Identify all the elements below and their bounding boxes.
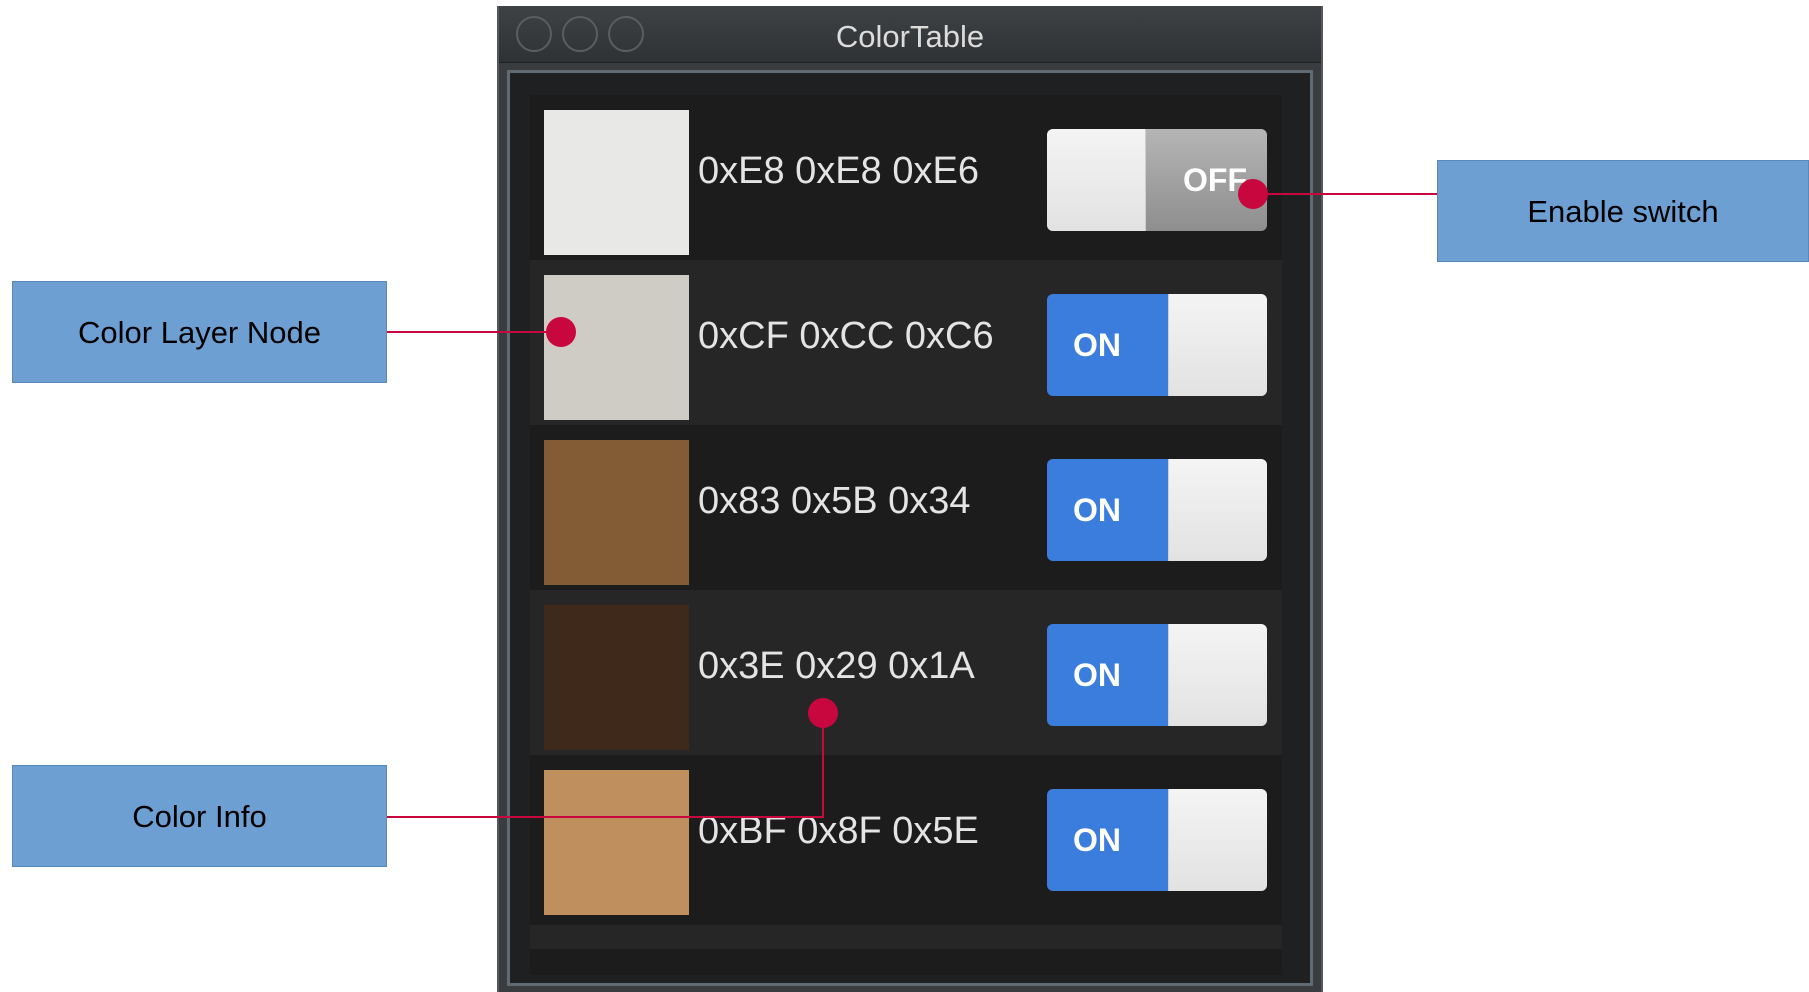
callout-color-info: Color Info xyxy=(12,765,387,867)
color-info: 0x83 0x5B 0x34 xyxy=(698,480,971,522)
title-bar: ColorTable xyxy=(499,6,1321,63)
table-footer xyxy=(530,925,1282,949)
enable-switch[interactable]: ON xyxy=(1047,459,1267,561)
enable-switch[interactable]: ON xyxy=(1047,624,1267,726)
color-info: 0x3E 0x29 0x1A xyxy=(698,645,975,687)
color-table: 0xE8 0xE8 0xE6 OFF 0xCF 0xCC 0xC6 ON 0x8… xyxy=(530,95,1282,975)
callout-leader-line xyxy=(387,816,824,818)
callout-color-layer-node: Color Layer Node xyxy=(12,281,387,383)
switch-knob xyxy=(1168,294,1267,396)
enable-switch[interactable]: ON xyxy=(1047,789,1267,891)
switch-label: ON xyxy=(1073,327,1121,363)
switch-knob xyxy=(1168,789,1267,891)
table-row: 0xE8 0xE8 0xE6 OFF xyxy=(530,95,1282,260)
window-title: ColorTable xyxy=(835,19,985,54)
switch-label: OFF xyxy=(1183,162,1247,198)
table-row: 0x83 0x5B 0x34 ON xyxy=(530,425,1282,590)
color-layer-node xyxy=(544,440,689,585)
color-info: 0xCF 0xCC 0xC6 xyxy=(698,315,994,357)
color-info: 0xE8 0xE8 0xE6 xyxy=(698,150,979,192)
callout-leader-line xyxy=(387,331,561,333)
callout-marker xyxy=(546,317,576,347)
color-table-window: ColorTable 0xE8 0xE8 0xE6 OFF 0xCF 0xCC … xyxy=(497,6,1323,992)
color-layer-node xyxy=(544,770,689,915)
callout-marker xyxy=(808,698,838,728)
color-layer-node xyxy=(544,605,689,750)
switch-label: ON xyxy=(1073,822,1121,858)
table-row: 0xBF 0x8F 0x5E ON xyxy=(530,755,1282,920)
switch-knob xyxy=(1047,129,1146,231)
switch-label: ON xyxy=(1073,657,1121,693)
callout-enable-switch: Enable switch xyxy=(1437,160,1809,262)
table-frame: 0xE8 0xE8 0xE6 OFF 0xCF 0xCC 0xC6 ON 0x8… xyxy=(507,70,1313,986)
enable-switch[interactable]: OFF xyxy=(1047,129,1267,231)
color-layer-node xyxy=(544,110,689,255)
switch-knob xyxy=(1168,459,1267,561)
switch-label: ON xyxy=(1073,492,1121,528)
table-row: 0xCF 0xCC 0xC6 ON xyxy=(530,260,1282,425)
callout-leader-line xyxy=(1255,193,1437,195)
callout-leader-line xyxy=(822,713,824,818)
switch-knob xyxy=(1168,624,1267,726)
enable-switch[interactable]: ON xyxy=(1047,294,1267,396)
table-row: 0x3E 0x29 0x1A ON xyxy=(530,590,1282,755)
callout-marker xyxy=(1238,179,1268,209)
color-layer-node xyxy=(544,275,689,420)
